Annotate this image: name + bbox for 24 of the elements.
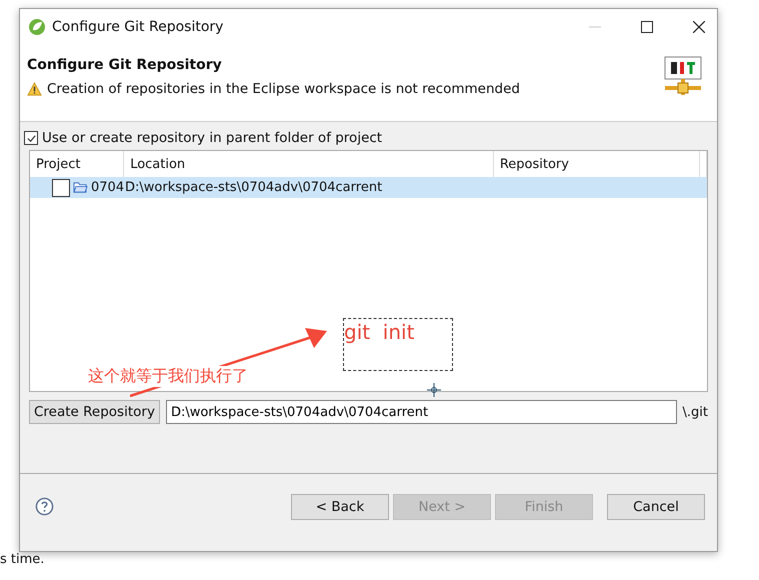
background-text: s time. [0, 552, 44, 567]
checkbox[interactable] [24, 131, 38, 145]
warning-icon [27, 82, 42, 96]
annotation-text: 这个就等于我们执行了 [88, 366, 248, 387]
annotation-box: git init [343, 318, 453, 371]
leaf-icon [28, 18, 46, 36]
warning-message: Creation of repositories in the Eclipse workspace is not recommended [47, 81, 520, 97]
window-title: Configure Git Repository [52, 19, 224, 35]
create-repository-button[interactable]: Create Repository [29, 400, 160, 424]
maximize-icon[interactable] [641, 21, 653, 33]
table-row[interactable]: 0704D:\workspace-sts\0704adv\0704carrent [30, 177, 707, 198]
path-field[interactable]: D:\workspace-sts\0704adv\0704carrent [166, 400, 677, 424]
help-icon[interactable] [35, 497, 54, 516]
checkbox-label: Use or create repository in parent folder of project [42, 130, 382, 146]
checkbox[interactable] [52, 178, 70, 196]
table-cell: 0704 [91, 180, 124, 195]
folder-icon [73, 181, 88, 194]
wizard-button[interactable]: Cancel [607, 494, 705, 520]
close-icon[interactable] [693, 21, 705, 33]
crosshair-icon [427, 383, 441, 397]
wizard-button[interactable]: < Back [291, 494, 389, 520]
page-title: Configure Git Repository [27, 57, 223, 73]
table-cell-text: D:\workspace-sts\0704adv\0704carrent [125, 180, 384, 195]
path-suffix: \.git [682, 404, 708, 420]
